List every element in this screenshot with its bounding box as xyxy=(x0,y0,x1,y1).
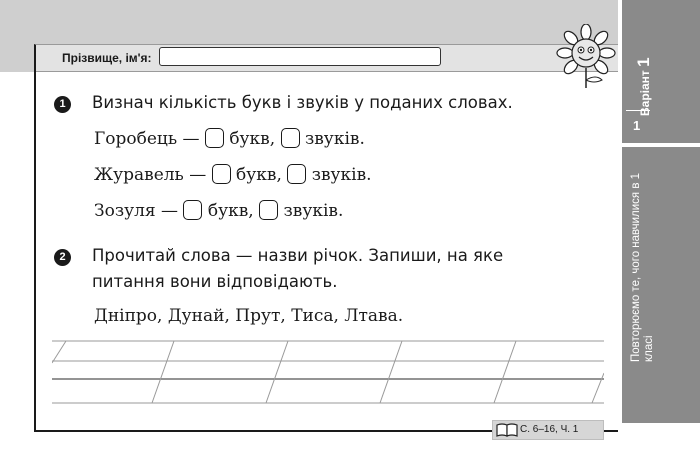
word-row: Горобець — букв, звуків. xyxy=(94,128,365,149)
letters-count-box[interactable] xyxy=(211,164,231,184)
name-label: Прізвище, ім'я: xyxy=(62,51,152,65)
variant-label: Варіант 1 xyxy=(634,57,654,116)
sounds-count-box[interactable] xyxy=(259,200,279,220)
letters-label: букв, xyxy=(207,201,254,221)
river-names: Дніпро, Дунай, Прут, Тиса, Лтава. xyxy=(94,306,404,326)
task-instruction-continued: питання вони відповідають. xyxy=(92,272,338,291)
task-number: 2 xyxy=(54,249,71,266)
sounds-label: звуків. xyxy=(283,201,344,221)
word-row: Зозуля — букв, звуків. xyxy=(94,200,343,221)
sounds-label: звуків. xyxy=(311,165,372,185)
variant-number: 1 xyxy=(633,118,641,133)
word-row: Журавель — букв, звуків. xyxy=(94,164,372,185)
variant-big-number: 1 xyxy=(634,57,653,67)
word: Журавель — xyxy=(94,165,207,185)
book-icon xyxy=(496,423,518,437)
sunflower-mascot-icon xyxy=(556,24,616,88)
word: Горобець — xyxy=(94,129,200,149)
task-number: 1 xyxy=(54,96,71,113)
task-instruction: Прочитай слова — назви річок. Запиши, на… xyxy=(92,246,504,265)
letters-label: букв, xyxy=(236,165,282,185)
sounds-label: звуків. xyxy=(304,129,365,149)
letters-count-box[interactable] xyxy=(183,200,203,220)
sounds-count-box[interactable] xyxy=(287,164,307,184)
word: Зозуля — xyxy=(94,201,179,221)
letters-label: букв, xyxy=(229,129,276,149)
sounds-count-box[interactable] xyxy=(280,128,300,148)
letters-count-box[interactable] xyxy=(204,128,224,148)
task-instruction: Визнач кількість букв і звуків у поданих… xyxy=(92,93,513,112)
handwriting-lines[interactable] xyxy=(52,333,604,409)
name-input[interactable] xyxy=(159,47,441,66)
page-reference-text: С. 6–16, Ч. 1 xyxy=(520,424,579,435)
variant-divider xyxy=(626,110,650,111)
topic-label: Повторюємо те, чого навчилися в 1 класі xyxy=(630,172,655,362)
